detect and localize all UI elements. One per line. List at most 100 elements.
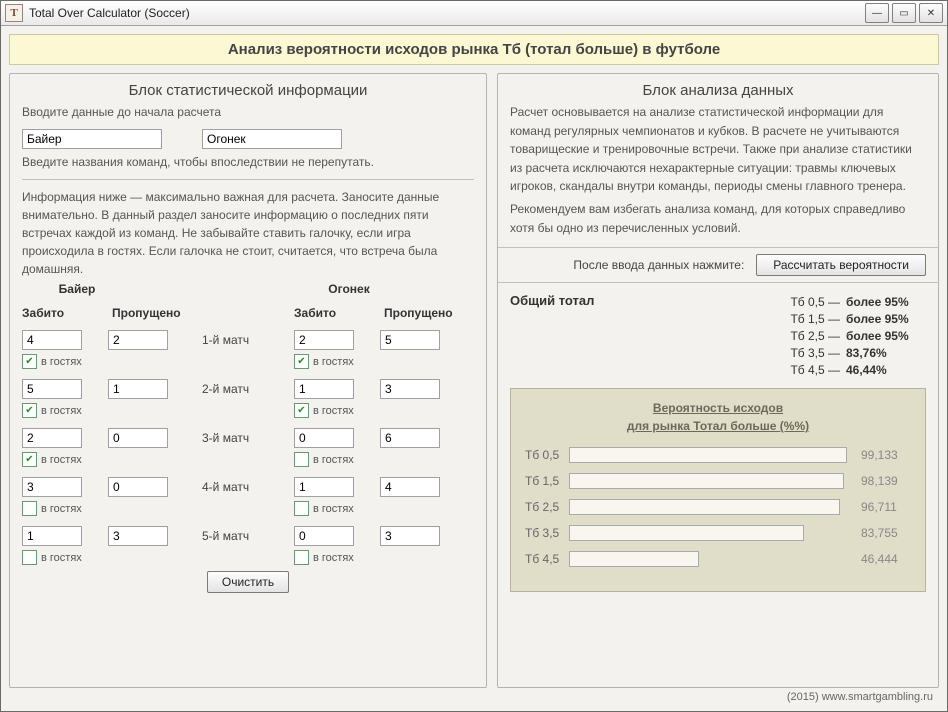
checkbox-icon — [22, 501, 37, 516]
total-row: Тб 3,5 —83,76% — [640, 346, 909, 360]
missed-input[interactable] — [380, 526, 440, 546]
maximize-button[interactable]: ▭ — [892, 3, 916, 23]
missed-input[interactable] — [380, 330, 440, 350]
checkbox-icon — [294, 550, 309, 565]
match-label: 2-й матч — [202, 379, 294, 396]
totals-heading: Общий тотал — [510, 293, 640, 380]
page-heading: Анализ вероятности исходов рынка Тб (тот… — [9, 34, 939, 65]
bar-track — [569, 447, 849, 463]
team1-cell: в гостях — [22, 477, 202, 516]
columns: Блок статистической информации Вводите д… — [9, 73, 939, 688]
checkbox-icon: ✔ — [22, 452, 37, 467]
team2-cell: ✔ в гостях — [294, 330, 474, 369]
team2-cell: в гостях — [294, 526, 474, 565]
team2-input[interactable] — [202, 129, 342, 149]
bar-value: 98,139 — [861, 474, 898, 488]
away-checkbox-wrap[interactable]: ✔ в гостях — [22, 403, 202, 418]
team2-cell: ✔ в гостях — [294, 379, 474, 418]
chart-box: Вероятность исходов для рынка Тотал боль… — [510, 388, 926, 592]
chart-bars: Тб 0,5 99,133Тб 1,5 98,139Тб 2,5 96,711Т… — [525, 447, 911, 567]
bar-fill — [569, 447, 847, 463]
app-window: T Total Over Calculator (Soccer) — ▭ ✕ А… — [0, 0, 948, 712]
away-checkbox-wrap[interactable]: ✔ в гостях — [22, 452, 202, 467]
away-checkbox-wrap[interactable]: в гостях — [22, 501, 202, 516]
missed-input[interactable] — [108, 379, 168, 399]
match-row: ✔ в гостях 1-й матч ✔ в гостях — [22, 330, 474, 369]
away-checkbox-wrap[interactable]: ✔ в гостях — [294, 403, 474, 418]
missed-input[interactable] — [108, 330, 168, 350]
chart-title-line1: Вероятность исходов — [653, 401, 783, 415]
away-checkbox-wrap[interactable]: ✔ в гостях — [294, 354, 474, 369]
bar-category: Тб 1,5 — [525, 474, 569, 488]
away-checkbox-wrap[interactable]: в гостях — [294, 452, 474, 467]
total-key: Тб 2,5 — — [640, 329, 846, 343]
match-row: в гостях 5-й матч в гостях — [22, 526, 474, 565]
match-label: 3-й матч — [202, 428, 294, 445]
total-value: более 95% — [846, 312, 909, 326]
checkbox-icon — [22, 550, 37, 565]
missed-input[interactable] — [108, 428, 168, 448]
scored-input[interactable] — [22, 330, 82, 350]
total-value: более 95% — [846, 329, 909, 343]
missed-input[interactable] — [380, 379, 440, 399]
team1-input[interactable] — [22, 129, 162, 149]
clear-button[interactable]: Очистить — [207, 571, 289, 593]
scored-input[interactable] — [294, 477, 354, 497]
team2-cell: в гостях — [294, 428, 474, 467]
checkbox-icon: ✔ — [294, 403, 309, 418]
away-label: в гостях — [41, 503, 82, 515]
close-button[interactable]: ✕ — [919, 3, 943, 23]
total-key: Тб 4,5 — — [640, 363, 846, 377]
bar-track — [569, 525, 849, 541]
away-checkbox-wrap[interactable]: в гостях — [294, 550, 474, 565]
minimize-button[interactable]: — — [865, 3, 889, 23]
divider — [22, 179, 474, 180]
window-buttons: — ▭ ✕ — [865, 3, 943, 23]
scored-input[interactable] — [294, 526, 354, 546]
bar-track — [569, 499, 849, 515]
col-scored-1: Забито — [22, 306, 112, 320]
totals-block: Общий тотал Тб 0,5 —более 95%Тб 1,5 —бол… — [510, 293, 926, 380]
match-row: ✔ в гостях 3-й матч в гостях — [22, 428, 474, 467]
bar-track — [569, 473, 849, 489]
bar-fill — [569, 473, 844, 489]
clear-wrap: Очистить — [22, 571, 474, 593]
checkbox-icon — [294, 501, 309, 516]
team1-cell: в гостях — [22, 526, 202, 565]
bar-value: 96,711 — [861, 500, 897, 514]
away-label: в гостях — [41, 405, 82, 417]
away-label: в гостях — [41, 356, 82, 368]
checkbox-icon — [294, 452, 309, 467]
total-key: Тб 1,5 — — [640, 312, 846, 326]
scored-input[interactable] — [22, 477, 82, 497]
chart-title: Вероятность исходов для рынка Тотал боль… — [525, 399, 911, 435]
matches-list: ✔ в гостях 1-й матч ✔ в гостях ✔ в гостя… — [22, 320, 474, 565]
bar-fill — [569, 525, 804, 541]
scored-input[interactable] — [22, 379, 82, 399]
calc-bar: После ввода данных нажмите: Рассчитать в… — [498, 247, 938, 283]
away-label: в гостях — [313, 503, 354, 515]
away-checkbox-wrap[interactable]: в гостях — [22, 550, 202, 565]
team-names-row — [22, 129, 474, 149]
scored-input[interactable] — [294, 379, 354, 399]
bar-row: Тб 4,5 46,444 — [525, 551, 911, 567]
bar-row: Тб 0,5 99,133 — [525, 447, 911, 463]
missed-input[interactable] — [380, 428, 440, 448]
missed-input[interactable] — [380, 477, 440, 497]
missed-input[interactable] — [108, 477, 168, 497]
scored-input[interactable] — [22, 428, 82, 448]
analysis-title: Блок анализа данных — [510, 82, 926, 99]
stats-desc: Информация ниже — максимально важная для… — [22, 188, 474, 278]
away-checkbox-wrap[interactable]: в гостях — [294, 501, 474, 516]
away-label: в гостях — [41, 454, 82, 466]
window-title: Total Over Calculator (Soccer) — [29, 6, 865, 20]
total-value: 83,76% — [846, 346, 887, 360]
away-checkbox-wrap[interactable]: ✔ в гостях — [22, 354, 202, 369]
scored-input[interactable] — [294, 330, 354, 350]
match-row: ✔ в гостях 2-й матч ✔ в гостях — [22, 379, 474, 418]
missed-input[interactable] — [108, 526, 168, 546]
calculate-button[interactable]: Рассчитать вероятности — [756, 254, 926, 276]
scored-input[interactable] — [22, 526, 82, 546]
total-row: Тб 4,5 —46,44% — [640, 363, 909, 377]
scored-input[interactable] — [294, 428, 354, 448]
